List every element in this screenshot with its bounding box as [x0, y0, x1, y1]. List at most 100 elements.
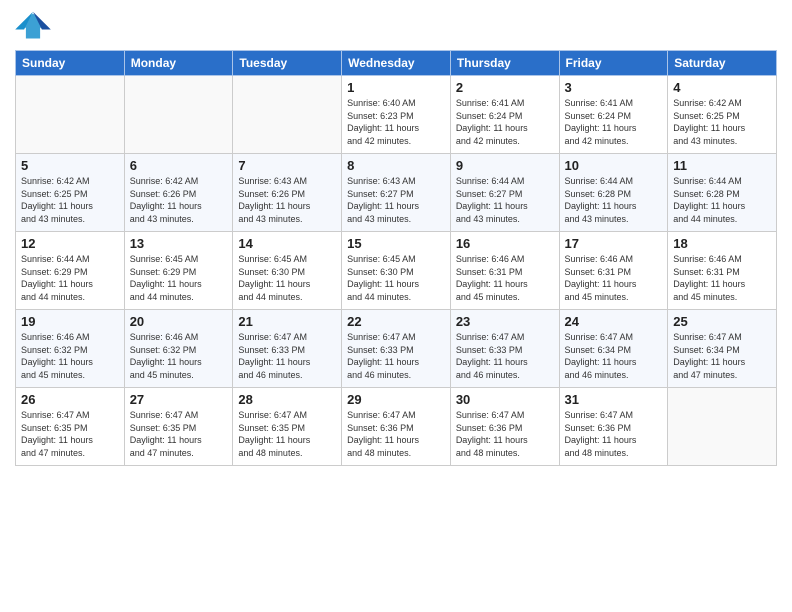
- day-info: Sunrise: 6:45 AM Sunset: 6:30 PM Dayligh…: [238, 253, 336, 303]
- day-info: Sunrise: 6:42 AM Sunset: 6:26 PM Dayligh…: [130, 175, 228, 225]
- weekday-friday: Friday: [559, 51, 668, 76]
- calendar-cell: 3 Sunrise: 6:41 AM Sunset: 6:24 PM Daylig…: [559, 76, 668, 154]
- calendar-cell: 2 Sunrise: 6:41 AM Sunset: 6:24 PM Daylig…: [450, 76, 559, 154]
- logo: [15, 10, 55, 42]
- day-number: 11: [673, 158, 771, 173]
- calendar-cell: 22 Sunrise: 6:47 AM Sunset: 6:33 PM Dayli…: [342, 310, 451, 388]
- day-info: Sunrise: 6:47 AM Sunset: 6:35 PM Dayligh…: [130, 409, 228, 459]
- day-info: Sunrise: 6:46 AM Sunset: 6:32 PM Dayligh…: [130, 331, 228, 381]
- calendar-week-1: 1Sunrise: 6:40 AM Sunset: 6:23 PM Daylig…: [16, 76, 777, 154]
- day-number: 18: [673, 236, 771, 251]
- header: [15, 10, 777, 42]
- day-number: 17: [565, 236, 663, 251]
- day-number: 1: [347, 80, 445, 95]
- day-info: Sunrise: 6:41 AM Sunset: 6:24 PM Dayligh…: [565, 97, 663, 147]
- day-number: 2: [456, 80, 554, 95]
- calendar-cell: 28 Sunrise: 6:47 AM Sunset: 6:35 PM Dayli…: [233, 388, 342, 466]
- calendar-cell: 18 Sunrise: 6:46 AM Sunset: 6:31 PM Dayli…: [668, 232, 777, 310]
- calendar: SundayMondayTuesdayWednesdayThursdayFrid…: [15, 50, 777, 466]
- day-info: Sunrise: 6:47 AM Sunset: 6:33 PM Dayligh…: [456, 331, 554, 381]
- day-number: 20: [130, 314, 228, 329]
- calendar-cell: [16, 76, 125, 154]
- day-info: Sunrise: 6:42 AM Sunset: 6:25 PM Dayligh…: [673, 97, 771, 147]
- day-number: 27: [130, 392, 228, 407]
- day-number: 6: [130, 158, 228, 173]
- calendar-cell: 8 Sunrise: 6:43 AM Sunset: 6:27 PM Daylig…: [342, 154, 451, 232]
- calendar-cell: 5Sunrise: 6:42 AM Sunset: 6:25 PM Daylig…: [16, 154, 125, 232]
- calendar-cell: 10 Sunrise: 6:44 AM Sunset: 6:28 PM Dayli…: [559, 154, 668, 232]
- day-number: 15: [347, 236, 445, 251]
- day-info: Sunrise: 6:47 AM Sunset: 6:35 PM Dayligh…: [238, 409, 336, 459]
- calendar-cell: 9Sunrise: 6:44 AM Sunset: 6:27 PM Daylig…: [450, 154, 559, 232]
- day-number: 24: [565, 314, 663, 329]
- calendar-cell: 27 Sunrise: 6:47 AM Sunset: 6:35 PM Dayli…: [124, 388, 233, 466]
- weekday-wednesday: Wednesday: [342, 51, 451, 76]
- day-number: 21: [238, 314, 336, 329]
- day-number: 25: [673, 314, 771, 329]
- day-number: 12: [21, 236, 119, 251]
- day-number: 14: [238, 236, 336, 251]
- calendar-cell: 16 Sunrise: 6:46 AM Sunset: 6:31 PM Dayli…: [450, 232, 559, 310]
- day-info: Sunrise: 6:45 AM Sunset: 6:30 PM Dayligh…: [347, 253, 445, 303]
- day-info: Sunrise: 6:41 AM Sunset: 6:24 PM Dayligh…: [456, 97, 554, 147]
- day-info: Sunrise: 6:47 AM Sunset: 6:33 PM Dayligh…: [347, 331, 445, 381]
- calendar-cell: 31Sunrise: 6:47 AM Sunset: 6:36 PM Dayli…: [559, 388, 668, 466]
- day-info: Sunrise: 6:46 AM Sunset: 6:31 PM Dayligh…: [673, 253, 771, 303]
- calendar-week-3: 12 Sunrise: 6:44 AM Sunset: 6:29 PM Dayli…: [16, 232, 777, 310]
- day-number: 5: [21, 158, 119, 173]
- day-info: Sunrise: 6:43 AM Sunset: 6:26 PM Dayligh…: [238, 175, 336, 225]
- weekday-thursday: Thursday: [450, 51, 559, 76]
- calendar-week-4: 19Sunrise: 6:46 AM Sunset: 6:32 PM Dayli…: [16, 310, 777, 388]
- day-number: 28: [238, 392, 336, 407]
- calendar-cell: 17 Sunrise: 6:46 AM Sunset: 6:31 PM Dayli…: [559, 232, 668, 310]
- logo-icon: [15, 10, 51, 42]
- calendar-week-2: 5Sunrise: 6:42 AM Sunset: 6:25 PM Daylig…: [16, 154, 777, 232]
- calendar-cell: 12 Sunrise: 6:44 AM Sunset: 6:29 PM Dayli…: [16, 232, 125, 310]
- calendar-cell: 15 Sunrise: 6:45 AM Sunset: 6:30 PM Dayli…: [342, 232, 451, 310]
- day-number: 10: [565, 158, 663, 173]
- day-info: Sunrise: 6:44 AM Sunset: 6:28 PM Dayligh…: [565, 175, 663, 225]
- calendar-cell: 25 Sunrise: 6:47 AM Sunset: 6:34 PM Dayli…: [668, 310, 777, 388]
- day-number: 4: [673, 80, 771, 95]
- day-info: Sunrise: 6:47 AM Sunset: 6:34 PM Dayligh…: [673, 331, 771, 381]
- day-number: 16: [456, 236, 554, 251]
- day-info: Sunrise: 6:46 AM Sunset: 6:31 PM Dayligh…: [565, 253, 663, 303]
- day-info: Sunrise: 6:44 AM Sunset: 6:28 PM Dayligh…: [673, 175, 771, 225]
- day-info: Sunrise: 6:44 AM Sunset: 6:29 PM Dayligh…: [21, 253, 119, 303]
- calendar-cell: 11 Sunrise: 6:44 AM Sunset: 6:28 PM Dayli…: [668, 154, 777, 232]
- weekday-saturday: Saturday: [668, 51, 777, 76]
- day-info: Sunrise: 6:47 AM Sunset: 6:36 PM Dayligh…: [565, 409, 663, 459]
- day-number: 3: [565, 80, 663, 95]
- calendar-cell: 4 Sunrise: 6:42 AM Sunset: 6:25 PM Daylig…: [668, 76, 777, 154]
- weekday-sunday: Sunday: [16, 51, 125, 76]
- day-number: 8: [347, 158, 445, 173]
- calendar-cell: 21Sunrise: 6:47 AM Sunset: 6:33 PM Dayli…: [233, 310, 342, 388]
- calendar-cell: 13Sunrise: 6:45 AM Sunset: 6:29 PM Dayli…: [124, 232, 233, 310]
- calendar-cell: 30 Sunrise: 6:47 AM Sunset: 6:36 PM Dayli…: [450, 388, 559, 466]
- weekday-tuesday: Tuesday: [233, 51, 342, 76]
- calendar-cell: 24 Sunrise: 6:47 AM Sunset: 6:34 PM Dayli…: [559, 310, 668, 388]
- day-number: 26: [21, 392, 119, 407]
- calendar-cell: [668, 388, 777, 466]
- calendar-cell: [124, 76, 233, 154]
- calendar-cell: 14 Sunrise: 6:45 AM Sunset: 6:30 PM Dayli…: [233, 232, 342, 310]
- calendar-cell: 1Sunrise: 6:40 AM Sunset: 6:23 PM Daylig…: [342, 76, 451, 154]
- day-info: Sunrise: 6:45 AM Sunset: 6:29 PM Dayligh…: [130, 253, 228, 303]
- day-info: Sunrise: 6:47 AM Sunset: 6:34 PM Dayligh…: [565, 331, 663, 381]
- day-info: Sunrise: 6:46 AM Sunset: 6:31 PM Dayligh…: [456, 253, 554, 303]
- calendar-cell: 7Sunrise: 6:43 AM Sunset: 6:26 PM Daylig…: [233, 154, 342, 232]
- calendar-cell: 23 Sunrise: 6:47 AM Sunset: 6:33 PM Dayli…: [450, 310, 559, 388]
- day-number: 23: [456, 314, 554, 329]
- day-number: 22: [347, 314, 445, 329]
- calendar-week-5: 26 Sunrise: 6:47 AM Sunset: 6:35 PM Dayli…: [16, 388, 777, 466]
- calendar-cell: 20 Sunrise: 6:46 AM Sunset: 6:32 PM Dayli…: [124, 310, 233, 388]
- weekday-header-row: SundayMondayTuesdayWednesdayThursdayFrid…: [16, 51, 777, 76]
- day-info: Sunrise: 6:43 AM Sunset: 6:27 PM Dayligh…: [347, 175, 445, 225]
- calendar-cell: 19Sunrise: 6:46 AM Sunset: 6:32 PM Dayli…: [16, 310, 125, 388]
- day-number: 30: [456, 392, 554, 407]
- day-info: Sunrise: 6:47 AM Sunset: 6:36 PM Dayligh…: [347, 409, 445, 459]
- day-info: Sunrise: 6:47 AM Sunset: 6:36 PM Dayligh…: [456, 409, 554, 459]
- page: SundayMondayTuesdayWednesdayThursdayFrid…: [0, 0, 792, 612]
- calendar-cell: 29Sunrise: 6:47 AM Sunset: 6:36 PM Dayli…: [342, 388, 451, 466]
- calendar-cell: [233, 76, 342, 154]
